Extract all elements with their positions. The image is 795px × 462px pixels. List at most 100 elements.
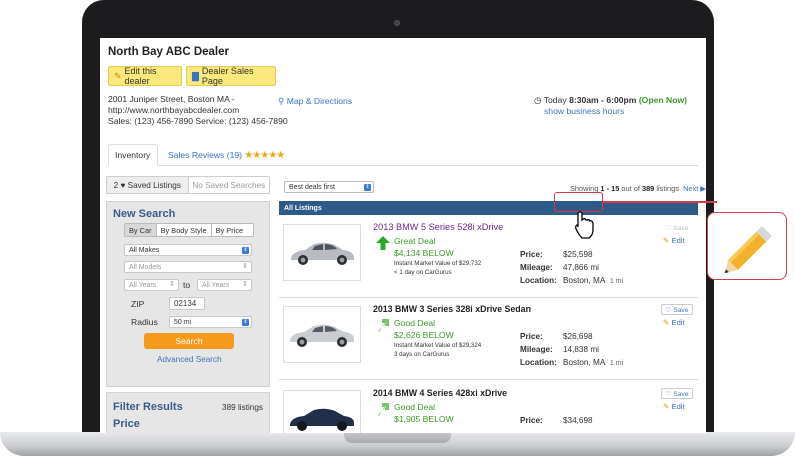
- edit-dealer-label: Edit this dealer: [124, 66, 157, 86]
- price-below: $1,905 BELOW: [394, 414, 454, 424]
- car-image-icon: [291, 242, 354, 265]
- search-mode-toggle: By Car By Body Style By Price: [124, 223, 254, 237]
- dealer-phones: Sales: (123) 456-7890 Service: (123) 456…: [108, 116, 288, 126]
- advanced-search-link[interactable]: Advanced Search: [157, 355, 222, 364]
- location-label: Location:: [520, 358, 557, 367]
- tab-sales-reviews[interactable]: Sales Reviews (19) ★★★★★: [162, 144, 290, 166]
- show-business-hours-link[interactable]: show business hours: [534, 106, 687, 117]
- market-value: Instant Market Value of $29,732: [394, 260, 482, 267]
- year-from-value: All Years: [129, 281, 157, 289]
- car-photo[interactable]: [283, 306, 361, 363]
- dropdown-arrow-icon: ⇕: [242, 319, 249, 326]
- all-listings-header: All Listings: [279, 201, 698, 215]
- dropdown-arrow-icon: ⇕: [364, 184, 371, 191]
- year-to-label: to: [183, 280, 191, 290]
- results-range: 1 - 15: [600, 184, 620, 193]
- browser-screen: North Bay ABC Dealer ✎ Edit this dealer …: [100, 38, 706, 433]
- market-value-info: Instant Market Value of $29,732 < 1 day …: [394, 260, 481, 277]
- dealer-sales-page-button[interactable]: ▇ Dealer Sales Page: [186, 66, 276, 86]
- dealer-sales-label: Dealer Sales Page: [201, 66, 254, 86]
- listing-title[interactable]: 2013 BMW 5 Series 528i xDrive: [373, 222, 503, 232]
- price-value: $25,598: [563, 250, 593, 259]
- price-label: Price:: [520, 332, 543, 341]
- pencil-icon: ✎: [114, 70, 122, 81]
- listing-card[interactable]: 2014 BMW 4 Series 428xi xDrive Good Deal…: [279, 384, 698, 433]
- star-rating-icon: ★★★★★: [244, 149, 285, 161]
- next-page-link[interactable]: Next ▶: [683, 184, 706, 193]
- zip-input[interactable]: 02134: [169, 297, 205, 310]
- location-text: Boston, MA: [563, 358, 606, 367]
- price-label: Price:: [520, 250, 543, 259]
- map-directions-link[interactable]: ⚲ Map & Directions: [278, 96, 352, 107]
- year-to-select[interactable]: All Years ⇕: [197, 279, 252, 291]
- pencil-icon: [724, 226, 772, 273]
- car-photo[interactable]: [283, 390, 361, 433]
- edit-label: Edit: [671, 318, 685, 327]
- location-value: Boston, MA 1 mi: [563, 358, 623, 367]
- edit-label: Edit: [671, 236, 685, 245]
- days-on-market: < 1 day on CarGurus: [394, 268, 452, 276]
- edit-highlight-box: [554, 192, 603, 212]
- save-button[interactable]: ♡ Save: [661, 222, 693, 233]
- edit-dealer-button[interactable]: ✎ Edit this dealer: [108, 66, 182, 86]
- by-car-button[interactable]: By Car: [125, 224, 157, 236]
- laptop-notch: [344, 432, 451, 443]
- mileage-value: 14,838 mi: [563, 345, 599, 354]
- search-button[interactable]: Search: [144, 333, 234, 349]
- mileage-label: Mileage:: [520, 263, 553, 272]
- edit-label: Edit: [671, 402, 685, 411]
- dropdown-arrow-icon: ⇕: [242, 281, 248, 288]
- hours-prefix: Today: [543, 95, 567, 105]
- out-of-text: out of: [621, 184, 640, 193]
- dealer-name: North Bay ABC Dealer: [108, 46, 229, 58]
- radius-select[interactable]: 50 mi ⇕: [169, 316, 252, 328]
- distance-text: 1 mi: [609, 278, 624, 285]
- location-value: Boston, MA 1 mi: [563, 276, 623, 285]
- price-value: $26,698: [563, 332, 593, 341]
- year-from-select[interactable]: All Years ⇕: [124, 279, 179, 291]
- deal-rating: Good Deal: [394, 402, 436, 412]
- dropdown-arrow-icon: ⇕: [169, 281, 175, 288]
- edit-listing-link[interactable]: ✎ Edit: [663, 236, 685, 245]
- filter-count: 389 listings: [222, 403, 263, 412]
- map-directions-label: Map & Directions: [286, 96, 353, 106]
- days-on-market: 3 days on CarGurus: [394, 350, 450, 358]
- dropdown-arrow-icon: ⇕: [242, 247, 249, 254]
- clock-icon: ◷: [534, 95, 542, 105]
- dealer-tabs: Inventory Sales Reviews (19) ★★★★★: [108, 144, 698, 166]
- price-label: Price:: [520, 416, 543, 425]
- filter-results-title: Filter Results: [113, 401, 183, 413]
- price-below: $4,134 BELOW: [394, 248, 454, 258]
- edit-listing-link[interactable]: ✎ Edit: [663, 402, 685, 411]
- sort-select[interactable]: Best deals first ⇕: [284, 181, 374, 193]
- save-button[interactable]: ♡ Save: [661, 388, 693, 399]
- by-price-button[interactable]: By Price: [212, 224, 248, 236]
- callout-connector: [603, 201, 717, 203]
- save-button[interactable]: ♡ Save: [661, 304, 693, 315]
- listing-card[interactable]: 2013 BMW 5 Series 528i xDrive Great Deal…: [279, 218, 698, 298]
- year-to-value: All Years: [202, 281, 230, 289]
- car-photo[interactable]: [283, 224, 361, 281]
- hours-value: 8:30am - 6:00pm: [569, 95, 637, 105]
- location-label: Location:: [520, 276, 557, 285]
- models-select[interactable]: All Models ⇕: [124, 261, 252, 273]
- dealer-address-block: 2001 Juniper Street, Boston MA - http://…: [108, 94, 288, 127]
- dropdown-arrow-icon: ⇕: [242, 263, 248, 270]
- zip-label: ZIP: [131, 299, 145, 309]
- listing-title[interactable]: 2013 BMW 3 Series 328i xDrive Sedan: [373, 304, 531, 314]
- open-status: (Open Now): [638, 95, 688, 105]
- saved-listings-button[interactable]: 2 ♥ Saved Listings: [107, 177, 189, 193]
- by-body-style-button[interactable]: By Body Style: [157, 224, 212, 236]
- saved-searches-button[interactable]: No Saved Searches: [189, 177, 270, 193]
- tab-inventory[interactable]: Inventory: [108, 144, 158, 166]
- dealer-website: http://www.northbayabcdealer.com: [108, 105, 240, 115]
- listing-card[interactable]: 2013 BMW 3 Series 328i xDrive Sedan Good…: [279, 300, 698, 380]
- good-deal-arrow-icon: [378, 403, 389, 416]
- edit-listing-link[interactable]: ✎ Edit: [663, 318, 685, 327]
- great-deal-arrow-icon: [376, 236, 390, 250]
- models-value: All Models: [129, 263, 162, 271]
- listing-title[interactable]: 2014 BMW 4 Series 428xi xDrive: [373, 388, 507, 398]
- makes-select[interactable]: All Makes ⇕: [124, 244, 252, 256]
- radius-value: 50 mi: [174, 318, 192, 326]
- pencil-icon: ✎: [663, 236, 670, 245]
